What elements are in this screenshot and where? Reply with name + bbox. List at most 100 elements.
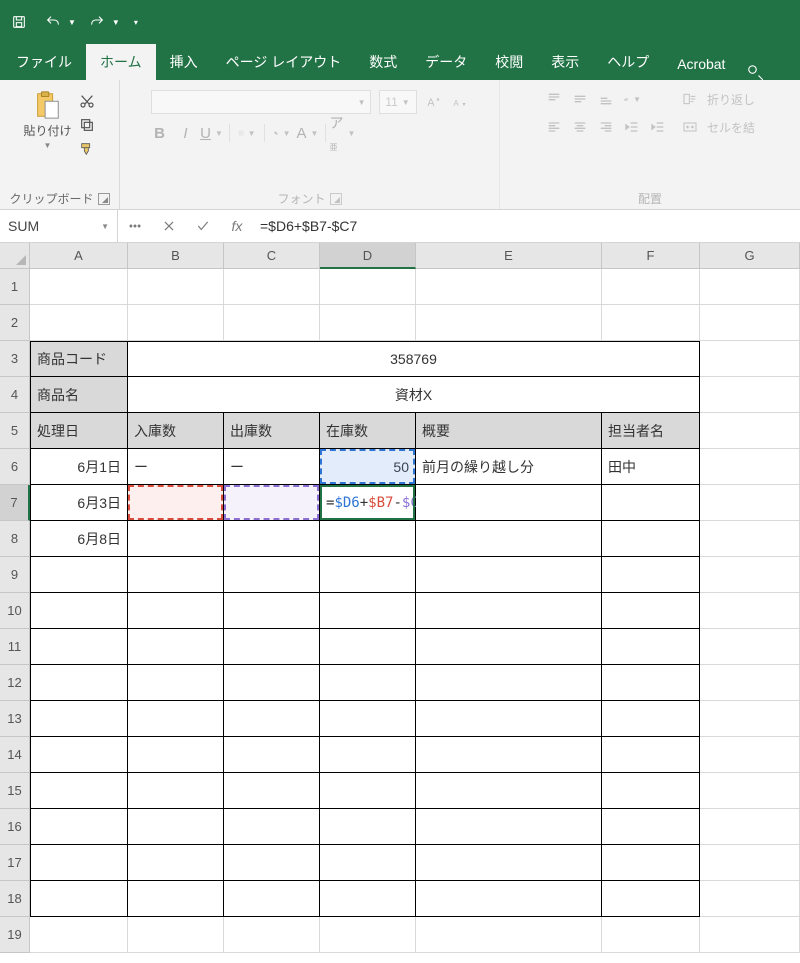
cell[interactable]: ー bbox=[224, 449, 320, 485]
cell[interactable] bbox=[128, 881, 224, 917]
cell[interactable]: 入庫数 bbox=[128, 413, 224, 449]
tab-view[interactable]: 表示 bbox=[537, 44, 593, 80]
phonetic-icon[interactable]: ア亜▼ bbox=[334, 124, 352, 142]
col-header-D[interactable]: D bbox=[320, 243, 416, 269]
cell[interactable]: 6月3日 bbox=[30, 485, 128, 521]
cell[interactable] bbox=[30, 305, 128, 341]
undo-dropdown[interactable]: ▼ bbox=[68, 18, 76, 27]
cell[interactable] bbox=[30, 557, 128, 593]
row-header[interactable]: 19 bbox=[0, 917, 30, 953]
row-header[interactable]: 15 bbox=[0, 773, 30, 809]
row-header[interactable]: 4 bbox=[0, 377, 30, 413]
cell[interactable] bbox=[30, 845, 128, 881]
cell[interactable] bbox=[224, 305, 320, 341]
font-dialog-launcher[interactable] bbox=[330, 193, 342, 205]
cell[interactable] bbox=[700, 701, 800, 737]
cell[interactable] bbox=[30, 701, 128, 737]
cell[interactable] bbox=[224, 809, 320, 845]
cell[interactable] bbox=[602, 845, 700, 881]
underline-icon[interactable]: U▼ bbox=[203, 124, 221, 142]
paste-button[interactable]: 貼り付け ▼ bbox=[23, 86, 71, 150]
orientation-icon[interactable]: ab▼ bbox=[623, 90, 641, 108]
format-painter-icon[interactable] bbox=[78, 140, 96, 158]
worksheet-grid[interactable]: A B C D E F G 1 2 3 商品コード 358769 4 商品名 資… bbox=[0, 243, 800, 953]
cell[interactable] bbox=[416, 809, 602, 845]
cell[interactable]: ー bbox=[128, 449, 224, 485]
cell[interactable]: 概要 bbox=[416, 413, 602, 449]
cell[interactable] bbox=[700, 449, 800, 485]
tab-data[interactable]: データ bbox=[411, 44, 481, 80]
align-top-icon[interactable] bbox=[545, 90, 563, 108]
cell[interactable] bbox=[320, 773, 416, 809]
align-left-icon[interactable] bbox=[545, 118, 563, 136]
cell[interactable] bbox=[700, 737, 800, 773]
cell[interactable] bbox=[320, 917, 416, 953]
name-box[interactable]: SUM ▼ bbox=[0, 210, 118, 242]
cell[interactable] bbox=[602, 773, 700, 809]
cell[interactable] bbox=[602, 485, 700, 521]
row-header[interactable]: 8 bbox=[0, 521, 30, 557]
cell[interactable] bbox=[416, 593, 602, 629]
row-header[interactable]: 1 bbox=[0, 269, 30, 305]
italic-icon[interactable]: I bbox=[177, 124, 195, 142]
font-size-combo[interactable]: 11▼ bbox=[379, 90, 417, 114]
cell[interactable] bbox=[224, 665, 320, 701]
row-header[interactable]: 18 bbox=[0, 881, 30, 917]
redo-icon[interactable] bbox=[84, 9, 110, 35]
cell[interactable] bbox=[30, 773, 128, 809]
cell[interactable] bbox=[224, 485, 320, 521]
enter-icon[interactable] bbox=[186, 210, 220, 242]
cell-active[interactable]: =$D6+$B7-$C7 bbox=[320, 485, 416, 521]
row-header[interactable]: 5 bbox=[0, 413, 30, 449]
cell[interactable]: 6月8日 bbox=[30, 521, 128, 557]
cell[interactable] bbox=[224, 773, 320, 809]
cell[interactable] bbox=[128, 521, 224, 557]
tab-formulas[interactable]: 数式 bbox=[355, 44, 411, 80]
cell[interactable] bbox=[602, 881, 700, 917]
col-header-E[interactable]: E bbox=[416, 243, 602, 269]
cell[interactable] bbox=[320, 557, 416, 593]
row-header[interactable]: 16 bbox=[0, 809, 30, 845]
cell[interactable] bbox=[700, 341, 800, 377]
cell[interactable] bbox=[224, 737, 320, 773]
align-right-icon[interactable] bbox=[597, 118, 615, 136]
cell[interactable] bbox=[224, 521, 320, 557]
cell[interactable] bbox=[700, 413, 800, 449]
cell[interactable] bbox=[700, 305, 800, 341]
cell[interactable] bbox=[416, 305, 602, 341]
cell[interactable]: 商品名 bbox=[30, 377, 128, 413]
cell[interactable] bbox=[320, 845, 416, 881]
cell[interactable] bbox=[128, 269, 224, 305]
cell[interactable] bbox=[224, 629, 320, 665]
row-header[interactable]: 12 bbox=[0, 665, 30, 701]
fx-icon[interactable]: fx bbox=[220, 210, 254, 242]
row-header[interactable]: 13 bbox=[0, 701, 30, 737]
cell[interactable] bbox=[30, 593, 128, 629]
row-header[interactable]: 6 bbox=[0, 449, 30, 485]
cell[interactable] bbox=[128, 845, 224, 881]
cell[interactable] bbox=[416, 701, 602, 737]
cell[interactable] bbox=[128, 701, 224, 737]
cell[interactable] bbox=[602, 305, 700, 341]
align-middle-icon[interactable] bbox=[571, 90, 589, 108]
cell[interactable] bbox=[700, 917, 800, 953]
cell[interactable] bbox=[416, 665, 602, 701]
increase-indent-icon[interactable] bbox=[649, 118, 667, 136]
cell[interactable] bbox=[128, 485, 224, 521]
cell[interactable] bbox=[128, 665, 224, 701]
cell[interactable] bbox=[128, 773, 224, 809]
cell[interactable] bbox=[602, 665, 700, 701]
decrease-indent-icon[interactable] bbox=[623, 118, 641, 136]
row-header[interactable]: 17 bbox=[0, 845, 30, 881]
cell[interactable] bbox=[700, 845, 800, 881]
cell[interactable] bbox=[602, 269, 700, 305]
merge-cells-button[interactable]: セルを結 bbox=[681, 118, 755, 136]
cell[interactable] bbox=[700, 269, 800, 305]
cell[interactable] bbox=[700, 809, 800, 845]
cell[interactable] bbox=[320, 701, 416, 737]
cell[interactable] bbox=[700, 881, 800, 917]
clipboard-dialog-launcher[interactable] bbox=[98, 193, 110, 205]
cell[interactable] bbox=[416, 737, 602, 773]
fill-color-icon[interactable]: ▼ bbox=[273, 124, 291, 142]
cell[interactable]: 担当者名 bbox=[602, 413, 700, 449]
